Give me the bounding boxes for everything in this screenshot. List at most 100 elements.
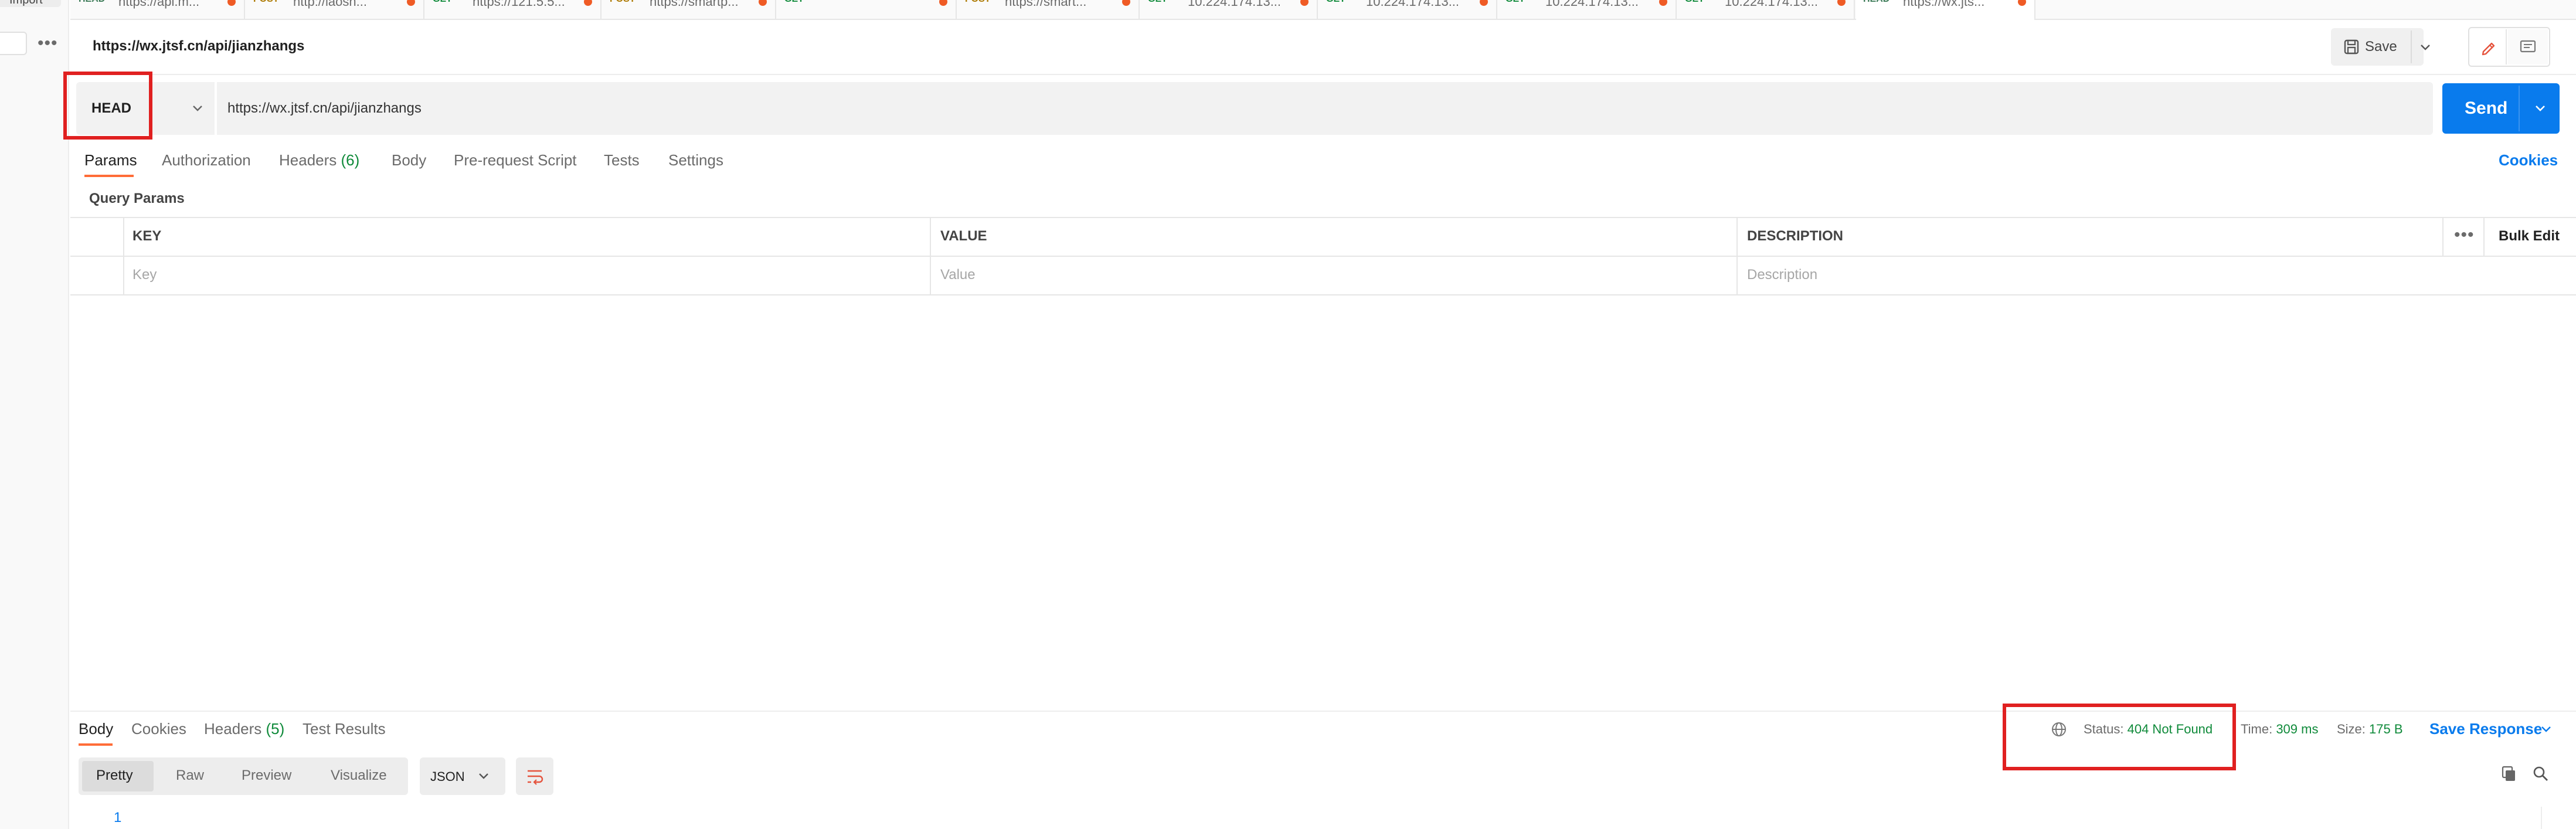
response-time[interactable]: Time: 309 ms bbox=[2241, 721, 2318, 738]
request-tab[interactable]: POST http://laosh... bbox=[246, 0, 424, 20]
import-button[interactable]: Import bbox=[0, 0, 61, 7]
size-value: 175 B bbox=[2369, 722, 2403, 736]
query-params-label: Query Params bbox=[89, 191, 185, 206]
preview-view-button[interactable]: Preview bbox=[242, 767, 291, 784]
chevron-down-icon[interactable] bbox=[2531, 100, 2549, 117]
tab-authorization[interactable]: Authorization bbox=[162, 151, 251, 169]
unsaved-dot-icon bbox=[584, 0, 592, 6]
table-border-mid bbox=[70, 256, 2576, 257]
method-highlight-box bbox=[63, 72, 152, 140]
request-tab-url: 10.224.174.13... bbox=[1725, 0, 1819, 9]
response-tab-headers[interactable]: Headers (5) bbox=[204, 720, 284, 738]
request-title[interactable]: https://wx.jtsf.cn/api/jianzhangs bbox=[93, 38, 304, 55]
response-size[interactable]: Size: 175 B bbox=[2337, 721, 2403, 738]
url-input[interactable] bbox=[216, 82, 2433, 135]
request-tab-url: 10.224.174.13... bbox=[1188, 0, 1282, 9]
response-tab-body[interactable]: Body bbox=[79, 720, 113, 738]
tab-pre-request-script[interactable]: Pre-request Script bbox=[454, 151, 577, 169]
unsaved-dot-icon bbox=[1837, 0, 1846, 6]
search-icon[interactable] bbox=[2531, 765, 2550, 783]
request-tab-method: POST bbox=[610, 0, 635, 5]
column-header-value: VALUE bbox=[940, 228, 987, 244]
pencil-icon bbox=[2482, 42, 2495, 56]
save-divider bbox=[2411, 30, 2412, 63]
unsaved-dot-icon bbox=[2018, 0, 2026, 6]
unsaved-dot-icon bbox=[939, 0, 947, 6]
editor-line-number: 1 bbox=[114, 810, 122, 825]
request-tab-url: https://smartp... bbox=[650, 0, 739, 9]
chevron-down-icon[interactable] bbox=[189, 100, 206, 117]
save-icon bbox=[2344, 39, 2359, 55]
send-divider bbox=[2519, 86, 2520, 131]
request-tab-method: GET bbox=[1685, 0, 1704, 5]
tab-headers-label: Headers bbox=[279, 151, 337, 169]
raw-view-button[interactable]: Raw bbox=[176, 767, 204, 784]
value-input[interactable]: Value bbox=[940, 266, 976, 284]
tab-params[interactable]: Params bbox=[84, 151, 137, 169]
unsaved-dot-icon bbox=[759, 0, 767, 6]
request-tab[interactable]: GET 10.224.174.13... bbox=[1678, 0, 1855, 20]
chevron-down-icon[interactable] bbox=[2418, 38, 2433, 56]
request-tab-method: HEAD bbox=[79, 0, 105, 5]
active-tab-indicator bbox=[84, 175, 134, 177]
request-tab[interactable]: GET https://121.5.5... bbox=[426, 0, 601, 20]
pretty-label: Pretty bbox=[96, 767, 133, 783]
documentation-button[interactable] bbox=[2508, 29, 2548, 64]
edit-mode-button[interactable] bbox=[2470, 29, 2507, 64]
unsaved-dot-icon bbox=[1122, 0, 1130, 6]
request-tab[interactable]: POST https://smart... bbox=[958, 0, 1140, 20]
tab-headers[interactable]: Headers (6) bbox=[279, 151, 359, 169]
table-col-divider bbox=[930, 217, 931, 295]
request-tab[interactable]: HEAD https://api.m... bbox=[72, 0, 245, 20]
copy-icon[interactable] bbox=[2500, 765, 2519, 783]
unsaved-dot-icon bbox=[407, 0, 415, 6]
request-tab[interactable]: GET 10.224.174.13... bbox=[1319, 0, 1497, 20]
response-headers-count: (5) bbox=[266, 720, 285, 738]
request-tab-method: GET bbox=[1148, 0, 1167, 5]
format-label: JSON bbox=[430, 769, 465, 784]
request-tab-method: GET bbox=[1506, 0, 1525, 5]
more-options-icon[interactable]: ••• bbox=[2454, 226, 2475, 244]
chevron-down-icon[interactable] bbox=[2538, 721, 2554, 736]
request-tab[interactable]: GET 10.224.174.13... bbox=[1498, 0, 1677, 20]
table-border-bottom bbox=[70, 294, 2576, 295]
tab-body[interactable]: Body bbox=[392, 151, 426, 169]
visualize-view-button[interactable]: Visualize bbox=[331, 767, 387, 784]
request-tab[interactable]: GET bbox=[777, 0, 957, 20]
sidebar-collapse-button[interactable] bbox=[0, 32, 27, 55]
title-divider bbox=[70, 74, 2576, 75]
request-tab-method: HEAD bbox=[1863, 0, 1889, 5]
unsaved-dot-icon bbox=[1480, 0, 1488, 6]
request-tab-method: POST bbox=[965, 0, 991, 5]
response-tab-cookies[interactable]: Cookies bbox=[131, 720, 186, 738]
table-col-divider bbox=[2483, 217, 2485, 256]
description-input[interactable]: Description bbox=[1747, 266, 1817, 284]
tab-tests[interactable]: Tests bbox=[604, 151, 640, 169]
send-label: Send bbox=[2465, 98, 2508, 118]
more-options-icon[interactable]: ••• bbox=[38, 32, 58, 55]
left-sidebar bbox=[0, 0, 69, 829]
table-col-divider bbox=[1736, 217, 1738, 295]
save-response-button[interactable]: Save Response bbox=[2429, 720, 2542, 738]
table-col-divider bbox=[2442, 217, 2444, 256]
request-tab-method: POST bbox=[253, 0, 279, 5]
request-tab-url: http://laosh... bbox=[293, 0, 367, 9]
request-tab-method: GET bbox=[1326, 0, 1345, 5]
request-tab[interactable]: GET 10.224.174.13... bbox=[1141, 0, 1318, 20]
tab-settings[interactable]: Settings bbox=[668, 151, 723, 169]
comment-icon bbox=[2520, 40, 2536, 53]
editor-scrollbar[interactable] bbox=[2541, 807, 2564, 829]
column-header-key: KEY bbox=[132, 228, 162, 244]
request-tab-url: 10.224.174.13... bbox=[1545, 0, 1639, 9]
request-tab-url: https://121.5.5... bbox=[473, 0, 565, 9]
response-headers-label: Headers bbox=[204, 720, 262, 738]
bulk-edit-link[interactable]: Bulk Edit bbox=[2499, 227, 2560, 245]
request-tab[interactable]: HEAD https://wx.jts... bbox=[1856, 0, 2035, 20]
response-tab-test-results[interactable]: Test Results bbox=[303, 720, 386, 738]
chevron-down-icon bbox=[479, 773, 488, 779]
request-tab[interactable]: POST https://smartp... bbox=[603, 0, 776, 20]
key-input[interactable]: Key bbox=[132, 266, 157, 284]
unsaved-dot-icon bbox=[227, 0, 236, 6]
cookies-link[interactable]: Cookies bbox=[2499, 151, 2558, 169]
import-label: Import bbox=[9, 0, 43, 6]
